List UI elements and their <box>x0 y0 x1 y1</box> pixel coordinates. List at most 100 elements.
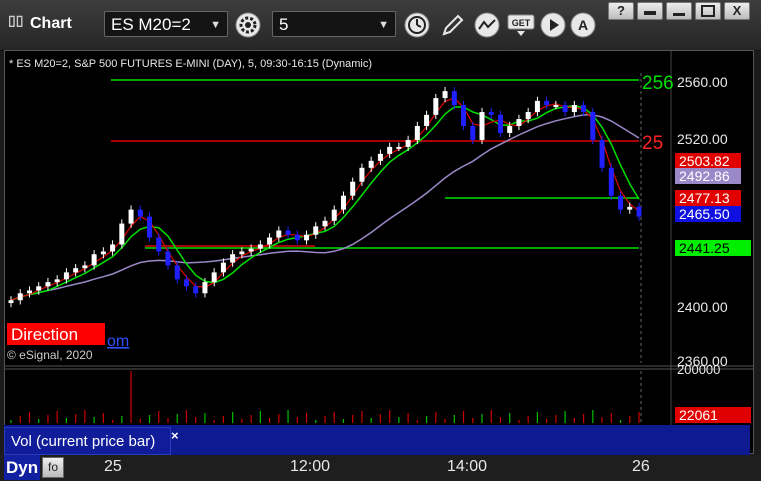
window-grip-icon[interactable]: ▯▯ <box>8 12 23 29</box>
candle-body <box>239 251 245 255</box>
dynamic-mode-label[interactable]: Dyn <box>4 455 40 480</box>
candle-body <box>534 100 540 113</box>
candle-body <box>304 234 310 241</box>
candle-body <box>211 272 217 283</box>
price-tag: 2477.13 <box>679 190 730 206</box>
candle <box>608 163 614 200</box>
alert-button[interactable]: A <box>568 10 598 40</box>
svg-text:A: A <box>578 17 588 33</box>
candle <box>183 275 189 291</box>
chart-window: ▯▯ Chart ES M20=2 ▼ 5 ▼ GET A ? X * ES M… <box>0 0 761 481</box>
settings-gear-button[interactable] <box>233 10 263 40</box>
candle-body <box>230 254 236 263</box>
candle <box>599 135 605 172</box>
moving-average-layer <box>10 97 640 302</box>
chart-area[interactable]: * ES M20=2, S&P 500 FUTURES E-MINI (DAY)… <box>4 50 754 454</box>
level-label-upper: 256 <box>642 73 674 94</box>
candle-body <box>257 244 263 249</box>
candle-body <box>544 100 550 106</box>
symbol-input[interactable]: ES M20=2 ▼ <box>104 11 228 37</box>
candle-body <box>562 105 568 113</box>
candle <box>571 100 577 117</box>
candle-body <box>581 105 587 113</box>
chevron-down-icon[interactable]: ▼ <box>210 12 221 38</box>
candle-body <box>618 195 624 210</box>
interval-input[interactable]: 5 ▼ <box>272 11 396 37</box>
candle-body <box>368 160 374 168</box>
candle <box>424 110 430 131</box>
play-button[interactable] <box>538 10 568 40</box>
fast-ma-line <box>10 104 640 302</box>
candle-body <box>183 279 189 287</box>
time-axis-label: 14:00 <box>447 458 488 475</box>
price-axis-label: 2560.00 <box>677 74 728 90</box>
direction-label[interactable]: Direction <box>11 325 78 344</box>
candle-body <box>193 286 199 294</box>
candle <box>461 100 467 131</box>
candle <box>54 275 60 287</box>
close-indicator-icon[interactable]: × <box>171 428 179 443</box>
candle-body <box>424 114 430 126</box>
price-axis-label: 2520.00 <box>677 131 728 147</box>
price-chart[interactable]: * ES M20=2, S&P 500 FUTURES E-MINI (DAY)… <box>5 51 753 453</box>
candle <box>313 222 319 239</box>
draw-tool-button[interactable] <box>438 10 468 40</box>
candle-body <box>571 105 577 113</box>
candle-body <box>377 153 383 161</box>
partial-link[interactable]: om <box>107 333 129 350</box>
candle-body <box>156 237 162 252</box>
window-title: Chart <box>30 15 72 32</box>
candle-body <box>442 91 448 99</box>
time-axis-label: 26 <box>632 458 650 475</box>
help-button[interactable]: ? <box>608 2 634 20</box>
link-button[interactable] <box>637 2 663 20</box>
candle-body <box>202 282 208 294</box>
candle-body <box>433 98 439 115</box>
candle <box>618 191 624 214</box>
candle <box>479 107 485 145</box>
candle-body <box>340 195 346 210</box>
candle <box>304 230 310 245</box>
clock-icon <box>404 12 430 38</box>
candle-body <box>636 206 642 217</box>
candle <box>174 261 180 284</box>
get-data-button[interactable]: GET <box>506 10 536 40</box>
candle-layer <box>8 86 642 308</box>
play-icon <box>540 12 566 38</box>
line-chart-icon <box>474 12 500 38</box>
close-button[interactable]: X <box>724 2 750 20</box>
candle-body <box>590 112 596 140</box>
candle <box>516 114 522 131</box>
candle-body <box>82 265 88 269</box>
price-tag: 2465.50 <box>679 206 730 222</box>
candle-body <box>276 230 282 238</box>
candle <box>165 247 171 270</box>
chevron-down-icon[interactable]: ▼ <box>378 12 389 38</box>
candle-body <box>553 105 559 108</box>
candle <box>359 163 365 186</box>
time-button[interactable] <box>402 10 432 40</box>
time-axis-label: 25 <box>104 458 122 475</box>
candle <box>368 156 374 172</box>
maximize-button[interactable] <box>695 2 721 20</box>
candle-body <box>137 209 143 217</box>
copyright-text: © eSignal, 2020 <box>7 348 93 362</box>
candle <box>442 86 448 103</box>
candle-body <box>359 167 365 182</box>
format-button[interactable]: fo <box>42 457 64 478</box>
minimize-button[interactable] <box>666 2 692 20</box>
symbol-value: ES M20=2 <box>111 15 191 34</box>
volume-indicator-label[interactable]: Vol (current price bar) <box>4 427 171 455</box>
candle <box>627 202 633 214</box>
candle-body <box>331 209 337 221</box>
candle-body <box>248 248 254 252</box>
minimize-icon <box>673 13 685 16</box>
candle-body <box>165 251 171 266</box>
candle <box>581 100 587 117</box>
candle <box>497 110 503 138</box>
candle-body <box>608 167 614 196</box>
candle <box>590 107 596 145</box>
candle-body <box>294 234 300 241</box>
study-button[interactable] <box>472 10 502 40</box>
candle-body <box>350 181 356 196</box>
